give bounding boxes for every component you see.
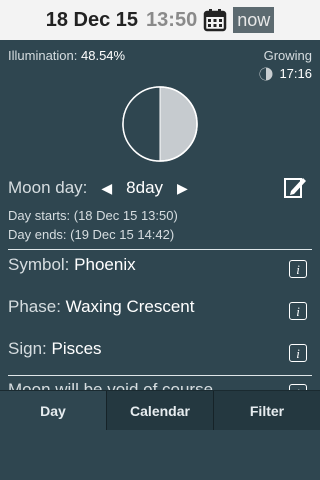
detail-label: Symbol: Phoenix (8, 255, 136, 274)
illumination: Illumination: 48.54% (8, 48, 125, 63)
edit-note-icon[interactable] (282, 174, 308, 200)
bottom-tabs: Day Calendar Filter (0, 390, 320, 431)
detail-value: Waxing Crescent (65, 297, 195, 316)
detail-label: Phase: Waxing Crescent (8, 297, 195, 316)
info-icon[interactable]: i (289, 260, 307, 278)
detail-value: Pisces (51, 339, 102, 358)
calendar-icon[interactable] (203, 8, 227, 32)
header-date[interactable]: 18 Dec 15 (46, 9, 138, 32)
day-ends: Day ends: (19 Dec 15 14:42) (8, 227, 175, 242)
moon-day-value: 8day (126, 178, 164, 197)
moon-day-row: Moon day: ◀ 8day ▶ (8, 178, 188, 198)
detail-value: Phoenix (74, 255, 136, 274)
empty-content-area (0, 430, 320, 480)
detail-row-symbol[interactable]: Symbol: Phoenix i (0, 255, 320, 297)
phase-trend-time: 17:16 (279, 66, 312, 81)
tab-filter[interactable]: Filter (214, 391, 320, 431)
moon-day-label: Moon day: (8, 178, 88, 197)
illumination-value: 48.54% (81, 48, 126, 63)
phase-trend-status: Growing (263, 48, 312, 63)
next-day-icon[interactable]: ▶ (177, 180, 188, 197)
detail-row-phase[interactable]: Phase: Waxing Crescent i (0, 297, 320, 339)
info-icon[interactable]: i (289, 302, 307, 320)
divider (8, 375, 312, 376)
divider (8, 249, 312, 250)
illumination-label: Illumination: (8, 48, 78, 63)
day-starts: Day starts: (18 Dec 15 13:50) (8, 208, 178, 223)
phase-trend-time-row: 17:16 (259, 66, 312, 81)
prev-day-icon[interactable]: ◀ (101, 180, 112, 197)
now-button[interactable]: now (233, 7, 275, 33)
top-bar: 18 Dec 15 13:50 now (0, 0, 320, 40)
tab-day[interactable]: Day (0, 391, 107, 431)
header-time[interactable]: 13:50 (146, 9, 197, 32)
moon-phase-small-icon (259, 67, 273, 80)
tab-calendar[interactable]: Calendar (107, 391, 214, 431)
moon-phase-icon (122, 86, 198, 162)
detail-label: Sign: Pisces (8, 339, 102, 358)
info-icon[interactable]: i (289, 344, 307, 362)
